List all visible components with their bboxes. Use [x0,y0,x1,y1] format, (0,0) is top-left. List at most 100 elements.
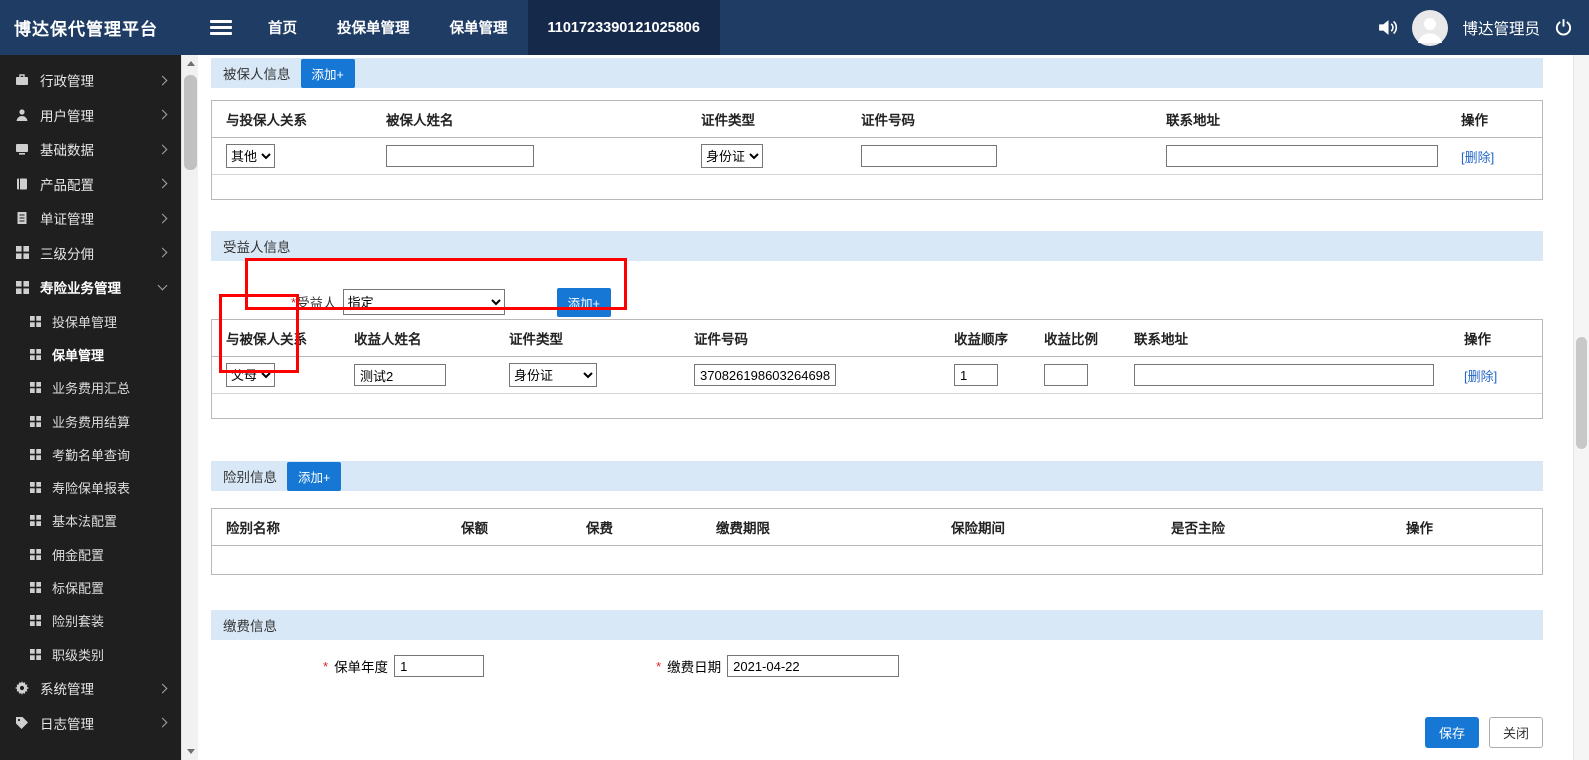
sidebar-subitem-rank-category[interactable]: 职级类别 [0,637,181,670]
sidebar-subitem-label: 险别套装 [52,614,105,630]
beneficiary-address-input[interactable] [1134,364,1434,386]
sidebar-subitem-application-mgmt[interactable]: 投保单管理 [0,305,181,338]
empty-row [212,394,1542,418]
sidebar-item-document-mgmt[interactable]: 单证管理 [0,201,181,236]
grid-icon [26,382,44,394]
sidebar-subitem-label: 业务费用结算 [52,414,131,430]
power-icon[interactable] [1554,18,1573,37]
sidebar-subitem-label: 标保配置 [52,581,105,597]
sidebar-subitem-standard-premium-config[interactable]: 标保配置 [0,571,181,604]
app-window: 博达保代管理平台 首页 投保单管理 保单管理 11017233901210258… [0,0,1589,760]
chevron-down-icon [157,280,168,291]
scroll-up-icon[interactable] [182,55,199,72]
sidebar-item-label: 基础数据 [40,143,94,159]
tab-application-mgmt[interactable]: 投保单管理 [317,0,430,55]
monitor-icon [12,142,32,156]
tab-policy-mgmt[interactable]: 保单管理 [430,0,528,55]
sidebar-scrollbar[interactable] [181,55,199,760]
sidebar-subitem-label: 投保单管理 [52,314,118,330]
policy-form: 被保人信息 添加+ 与投保人关系 被保人姓名 证件类型 证件号码 联系地址 操作… [198,55,1573,760]
insured-table-header: 与投保人关系 被保人姓名 证件类型 证件号码 联系地址 操作 [212,101,1542,138]
beneficiary-table-header: 与被保人关系 收益人姓名 证件类型 证件号码 收益顺序 收益比例 联系地址 操作 [212,320,1542,357]
insured-delete-link[interactable]: [删除] [1461,150,1494,165]
book-icon [12,177,32,191]
beneficiary-relation-select[interactable]: 父母 [226,363,275,387]
avatar[interactable] [1412,9,1449,46]
grid-icon [12,246,32,260]
column-header: 收益人姓名 [354,332,422,347]
sidebar-subitem-commission-config[interactable]: 佣金配置 [0,538,181,571]
insured-idnumber-input[interactable] [861,145,997,167]
sidebar-scrollbar-thumb[interactable] [184,75,197,170]
sidebar-item-log-mgmt[interactable]: 日志管理 [0,705,181,740]
payment-section-header: 缴费信息 [211,610,1543,640]
policy-year-input[interactable] [394,655,485,677]
risk-add-button[interactable]: 添加+ [287,461,342,491]
sidebar-item-users[interactable]: 用户管理 [0,98,181,133]
column-header: 保额 [461,521,488,536]
sidebar-item-label: 单证管理 [40,212,94,228]
column-header: 联系地址 [1134,332,1188,347]
sidebar-item-label: 用户管理 [40,108,94,124]
tab-home[interactable]: 首页 [248,0,317,55]
tag-icon [12,716,32,730]
scroll-down-icon[interactable] [182,743,199,760]
sidebar-subitem-label: 考勤名单查询 [52,447,131,463]
beneficiary-delete-link[interactable]: [删除] [1464,369,1497,384]
sidebar-item-base-data[interactable]: 基础数据 [0,132,181,167]
grid-icon [26,348,44,360]
insured-idtype-select[interactable]: 身份证 [701,144,763,168]
payment-fields: * 保单年度 * 缴费日期 [211,655,1543,677]
insured-relation-select[interactable]: 其他 [226,144,275,168]
tab-policy-number[interactable]: 1101723390121025806 [527,0,720,55]
risk-section-title: 险别信息 [223,470,277,485]
beneficiary-table-row: 父母 身份证 [删除] [212,357,1542,394]
sidebar-subitem-policy-mgmt[interactable]: 保单管理 [0,338,181,371]
empty-row [212,546,1542,574]
beneficiary-order-input[interactable] [954,364,998,386]
hamburger-icon[interactable] [210,17,232,39]
sidebar-item-label: 系统管理 [40,682,94,698]
column-header: 缴费期限 [716,521,770,536]
column-header: 证件类型 [509,332,563,347]
beneficiary-type-select[interactable]: 指定 [342,289,505,315]
beneficiary-idtype-select[interactable]: 身份证 [509,363,597,387]
sidebar-subitem-attendance-query[interactable]: 考勤名单查询 [0,438,181,471]
sidebar-item-life-insurance-mgmt[interactable]: 寿险业务管理 [0,270,181,305]
sidebar-subitem-expense-summary[interactable]: 业务费用汇总 [0,371,181,404]
sidebar-item-system-mgmt[interactable]: 系统管理 [0,671,181,706]
sidebar-subitem-policy-report[interactable]: 寿险保单报表 [0,471,181,504]
sidebar-subitem-risk-package[interactable]: 险别套装 [0,604,181,637]
speaker-icon[interactable] [1377,18,1398,37]
main-scrollbar-thumb[interactable] [1576,337,1587,449]
column-header: 险别名称 [226,521,280,536]
column-header: 保险期间 [951,521,1005,536]
grid-icon [12,280,32,294]
payment-date-input[interactable] [727,655,900,677]
beneficiary-name-input[interactable] [354,364,446,386]
insured-name-input[interactable] [386,145,534,167]
beneficiary-idnumber-input[interactable] [694,364,836,386]
insured-table-row: 其他 身份证 [删除] [212,138,1542,175]
grid-icon [26,482,44,494]
grid-icon [26,615,44,627]
main-scrollbar[interactable] [1573,55,1589,760]
sidebar-subitem-label: 职级类别 [52,647,105,663]
sidebar-subitem-expense-settlement[interactable]: 业务费用结算 [0,404,181,437]
sidebar-item-commission-3level[interactable]: 三级分佣 [0,236,181,271]
beneficiary-field-label: 受益人 [296,296,337,311]
insured-address-input[interactable] [1166,145,1438,167]
user-icon [12,108,32,122]
save-button[interactable]: 保存 [1424,717,1479,748]
sidebar-item-admin[interactable]: 行政管理 [0,63,181,98]
beneficiary-ratio-input[interactable] [1044,364,1088,386]
sidebar-subitem-basic-law-config[interactable]: 基本法配置 [0,504,181,537]
sidebar-item-product-config[interactable]: 产品配置 [0,167,181,202]
beneficiary-add-button[interactable]: 添加+ [556,287,611,317]
close-button[interactable]: 关闭 [1488,717,1543,748]
column-header: 操作 [1461,113,1488,128]
risk-section-header: 险别信息 添加+ [211,461,1543,491]
document-icon [12,211,32,225]
column-header: 证件类型 [701,113,755,128]
insured-add-button[interactable]: 添加+ [300,58,355,88]
